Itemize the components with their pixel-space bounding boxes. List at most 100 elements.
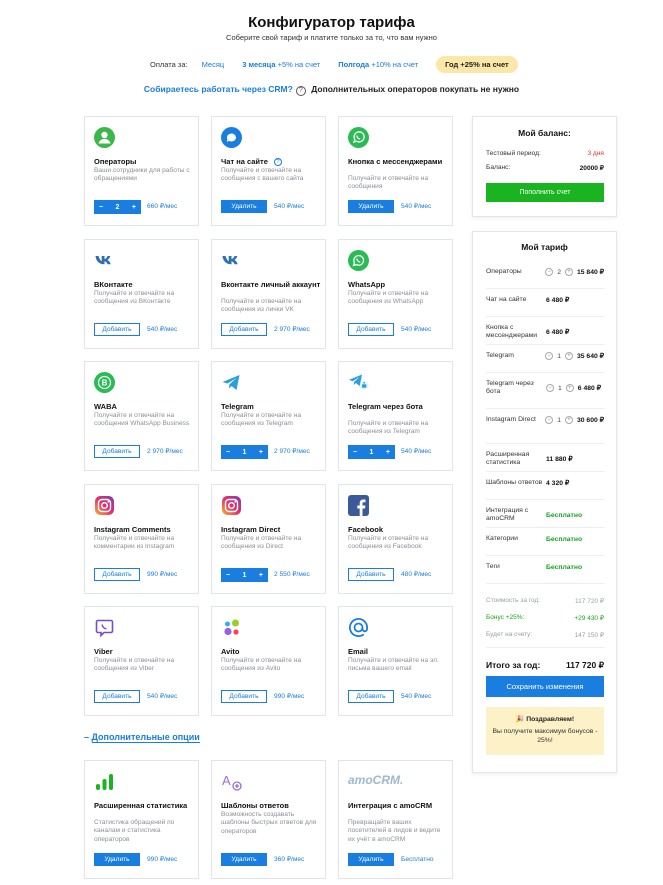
card-title: Кнопка с мессенджерами bbox=[348, 157, 448, 166]
templates-icon: A bbox=[221, 771, 242, 792]
period-option-year[interactable]: Год +25% на счет bbox=[436, 56, 518, 73]
service-card: Viber Получайте и отвечайте на сообщения … bbox=[84, 606, 199, 716]
card-title-text: WhatsApp bbox=[348, 280, 386, 289]
card-title: Шаблоны ответов bbox=[221, 801, 321, 810]
card-title: WhatsApp bbox=[348, 280, 448, 289]
minus-icon[interactable]: − bbox=[353, 449, 357, 456]
plus-icon[interactable]: + bbox=[259, 449, 263, 456]
add-button[interactable]: Добавить bbox=[94, 323, 140, 336]
card-title-text: Вконтакте личный аккаунт bbox=[221, 280, 321, 289]
quantity-value: 1 bbox=[242, 448, 247, 456]
card-title: ВКонтакте bbox=[94, 280, 194, 289]
quantity-value: 1 bbox=[242, 571, 247, 579]
tariff-quantity: −1 + bbox=[546, 384, 574, 392]
additional-options-toggle[interactable]: – Дополнительные опции bbox=[84, 732, 200, 743]
remove-button[interactable]: Удалить bbox=[221, 853, 267, 866]
add-button[interactable]: Добавить bbox=[94, 445, 140, 458]
total-row: Итого за год: 117 720 ₽ bbox=[486, 660, 604, 671]
tariff-row-price: 6 480 ₽ bbox=[577, 385, 602, 392]
card-title-text: ВКонтакте bbox=[94, 280, 133, 289]
minus-icon[interactable]: − bbox=[226, 449, 230, 456]
plus-icon[interactable]: + bbox=[386, 449, 390, 456]
quantity-stepper[interactable]: − 2 + bbox=[94, 200, 141, 214]
remove-button[interactable]: Удалить bbox=[348, 853, 394, 866]
quantity-stepper[interactable]: − 1 + bbox=[348, 445, 395, 459]
help-icon[interactable]: ? bbox=[273, 158, 282, 166]
period-option-halfyear[interactable]: Полгода +10% на счет bbox=[338, 60, 418, 69]
card-title-text: Расширенная статистика bbox=[94, 801, 188, 810]
telegram-bot-icon bbox=[348, 372, 369, 393]
period-option-month[interactable]: Месяц bbox=[202, 60, 225, 69]
tariff-row-name: Instagram Direct bbox=[486, 416, 536, 423]
tariff-row-name: Кнопка с мессенджерами bbox=[486, 324, 538, 339]
quantity-stepper[interactable]: − 1 + bbox=[221, 445, 268, 459]
vk-icon bbox=[94, 250, 115, 271]
instagram-icon bbox=[94, 495, 115, 516]
add-button[interactable]: Добавить bbox=[94, 568, 140, 581]
quantity-stepper[interactable]: − 1 + bbox=[221, 568, 268, 582]
tariff-row-price: Бесплатно bbox=[546, 563, 583, 571]
plus-icon[interactable]: + bbox=[564, 268, 573, 276]
trial-label: Тестовый период: bbox=[486, 150, 541, 157]
topup-button[interactable]: Пополнить счет bbox=[486, 183, 604, 202]
help-icon[interactable]: ? bbox=[295, 86, 306, 96]
card-price: 480 ₽/мес bbox=[401, 571, 432, 578]
tariff-row-price: Бесплатно bbox=[546, 535, 583, 543]
period-option-3months[interactable]: 3 месяца +5% на счет bbox=[242, 60, 320, 69]
plus-icon[interactable]: + bbox=[564, 352, 573, 360]
card-price: 540 ₽/мес bbox=[147, 326, 178, 333]
minus-icon[interactable]: − bbox=[99, 204, 103, 211]
remove-button[interactable]: Удалить bbox=[94, 853, 140, 866]
card-price: 540 ₽/мес bbox=[274, 203, 305, 210]
tariff-panel: Мой тариф Операторы −2 +15 840 ₽ Чат на сай… bbox=[472, 231, 617, 773]
period-year-bonus: +25% на счет bbox=[460, 60, 509, 69]
crm-link[interactable]: Собираетесь работать через CRM? bbox=[144, 84, 293, 94]
add-button[interactable]: Добавить bbox=[348, 690, 394, 703]
quantity-value: 2 bbox=[115, 203, 120, 211]
remove-button[interactable]: Удалить bbox=[221, 200, 267, 213]
plus-icon[interactable]: + bbox=[565, 384, 574, 392]
minus-icon[interactable]: − bbox=[546, 384, 554, 392]
minus-icon[interactable]: − bbox=[226, 572, 230, 579]
quantity-value: 1 bbox=[369, 448, 374, 456]
card-price: 540 ₽/мес bbox=[401, 203, 432, 210]
remove-button[interactable]: Удалить bbox=[348, 200, 394, 213]
tariff-quantity: −1 + bbox=[545, 352, 573, 360]
chat-bubble-icon bbox=[221, 127, 242, 148]
service-card: Telegram через бота Получайте и отвечайте… bbox=[338, 361, 453, 471]
save-changes-button[interactable]: Сохранить изменения bbox=[486, 676, 604, 697]
tariff-row: Шаблоны ответов 4 320 ₽ bbox=[486, 479, 604, 487]
add-button[interactable]: Добавить bbox=[348, 323, 394, 336]
service-card: Instagram Comments Получайте и отвечайте … bbox=[84, 484, 199, 594]
card-title: Telegram bbox=[221, 402, 321, 411]
add-button[interactable]: Добавить bbox=[94, 690, 140, 703]
user-icon bbox=[94, 127, 115, 148]
service-card: WhatsApp Получайте и отвечайте на сообщен… bbox=[338, 239, 453, 349]
card-description: Получайте и отвечайте на сообщения из Wh… bbox=[348, 290, 429, 306]
service-card: Instagram Direct Получайте и отвечайте на… bbox=[211, 484, 326, 594]
card-title-text: Telegram через бота bbox=[348, 402, 423, 411]
add-button[interactable]: Добавить bbox=[221, 323, 267, 336]
tariff-row-price: 15 840 ₽ bbox=[576, 269, 604, 276]
card-price: 990 ₽/мес bbox=[147, 571, 178, 578]
service-card: Facebook Получайте и отвечайте на сообщен… bbox=[338, 484, 453, 594]
plus-icon[interactable]: + bbox=[259, 572, 263, 579]
svg-text:B: B bbox=[102, 379, 108, 388]
card-description: Получайте и отвечайте на сообщения из ВК… bbox=[94, 290, 175, 306]
card-title-text: WABA bbox=[94, 402, 117, 411]
minus-icon[interactable]: − bbox=[545, 352, 554, 360]
congrats-body: Вы получите максимум бонусов - 25%! bbox=[492, 728, 598, 744]
add-button[interactable]: Добавить bbox=[221, 690, 267, 703]
tariff-row: Теги Бесплатно bbox=[486, 563, 604, 571]
plus-icon[interactable]: + bbox=[132, 204, 136, 211]
minus-icon[interactable]: − bbox=[545, 416, 554, 424]
add-button[interactable]: Добавить bbox=[348, 568, 394, 581]
tariff-row-price: Бесплатно bbox=[546, 511, 583, 519]
tariff-row: Instagram Direct −1 +30 600 ₽ bbox=[486, 416, 604, 424]
plus-icon[interactable]: + bbox=[564, 416, 573, 424]
divider bbox=[486, 372, 604, 373]
collapse-icon: – bbox=[84, 732, 90, 742]
minus-icon[interactable]: − bbox=[545, 268, 554, 276]
card-title-text: Кнопка с мессенджерами bbox=[348, 157, 443, 166]
tariff-row: Расширенная статистика 11 880 ₽ bbox=[486, 451, 604, 467]
